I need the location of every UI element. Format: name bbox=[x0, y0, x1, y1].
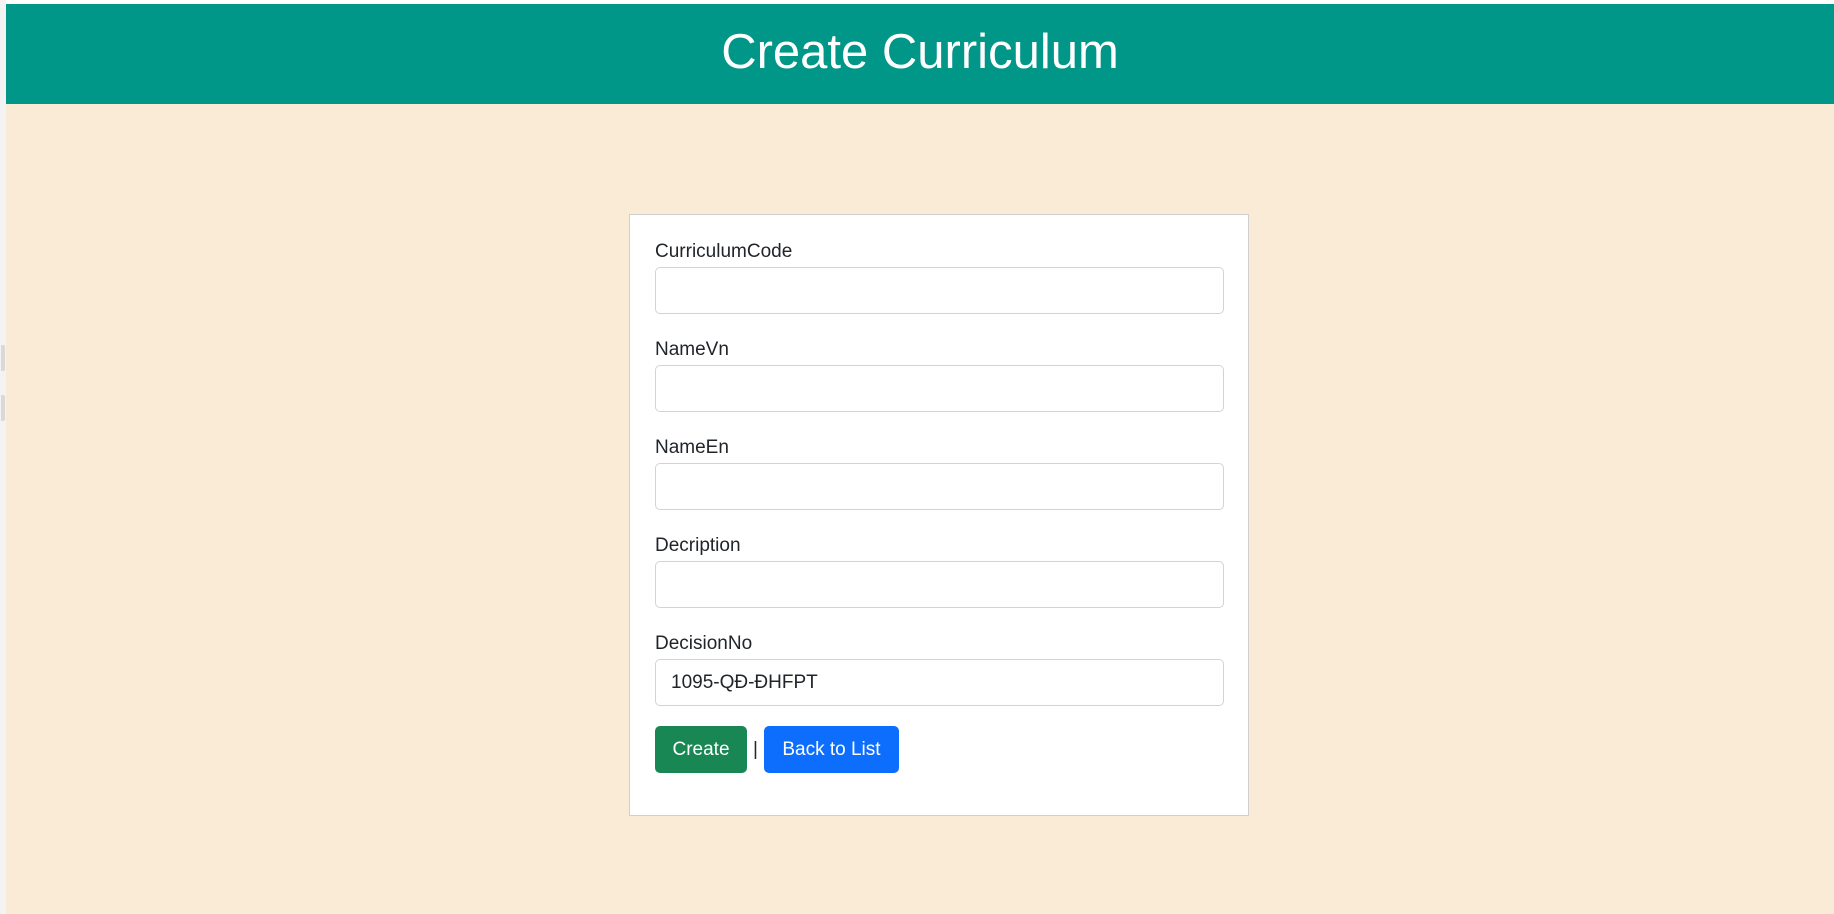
name-en-input[interactable] bbox=[655, 463, 1224, 510]
decision-no-input[interactable] bbox=[655, 659, 1224, 706]
name-vn-label: NameVn bbox=[655, 339, 729, 360]
field-name-en: NameEn bbox=[655, 437, 1224, 510]
field-curriculum-code: CurriculumCode bbox=[655, 241, 1224, 314]
name-en-label: NameEn bbox=[655, 437, 729, 458]
edge-handle[interactable] bbox=[1, 345, 5, 371]
description-label: Decription bbox=[655, 535, 741, 556]
field-name-vn: NameVn bbox=[655, 339, 1224, 412]
create-button[interactable]: Create bbox=[655, 726, 747, 773]
page-header: Create Curriculum bbox=[6, 4, 1834, 104]
back-to-list-button[interactable]: Back to List bbox=[763, 726, 899, 773]
action-separator: | bbox=[753, 738, 758, 760]
name-vn-input[interactable] bbox=[655, 365, 1224, 412]
curriculum-code-label: CurriculumCode bbox=[655, 241, 793, 262]
decision-no-label: DecisionNo bbox=[655, 633, 753, 654]
field-decision-no: DecisionNo bbox=[655, 633, 1224, 706]
page: Create Curriculum CurriculumCode NameVn … bbox=[6, 4, 1834, 914]
field-description: Decription bbox=[655, 535, 1224, 608]
form-actions: Create | Back to List bbox=[655, 726, 1223, 773]
curriculum-code-input[interactable] bbox=[655, 267, 1224, 314]
edge-handle[interactable] bbox=[1, 395, 5, 421]
create-curriculum-form: CurriculumCode NameVn NameEn Decription … bbox=[629, 214, 1249, 816]
page-title: Create Curriculum bbox=[721, 24, 1119, 79]
description-input[interactable] bbox=[655, 561, 1224, 608]
